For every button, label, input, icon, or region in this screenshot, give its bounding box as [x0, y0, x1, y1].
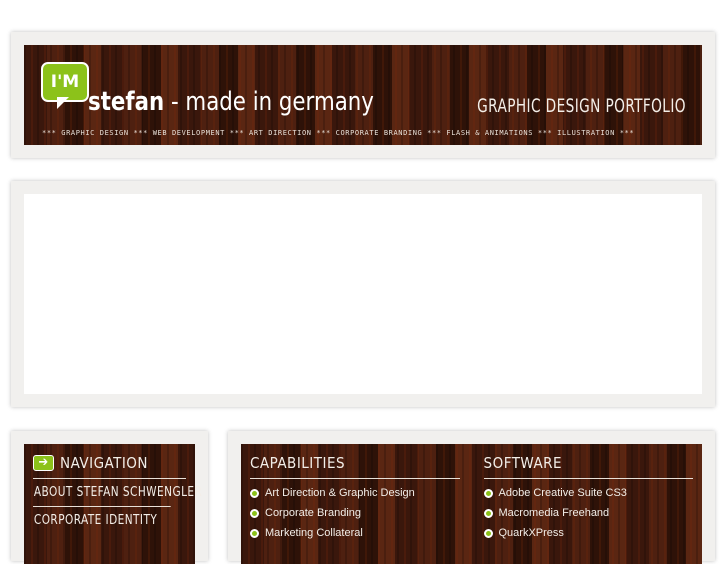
nav-item-about[interactable]: ABOUT STEFAN SCHWENGLER [33, 479, 202, 507]
list-item-label: QuarkXPress [498, 527, 564, 539]
portfolio-title: GRAPHIC DESIGN PORTFOLIO [477, 95, 686, 117]
nav-item-corporate-identity[interactable]: CORPORATE IDENTITY [33, 507, 171, 534]
navigation-title: NAVIGATION [60, 454, 149, 472]
list-item: Corporate Branding [250, 503, 460, 523]
list-item-label: Marketing Collateral [265, 527, 363, 539]
list-item-label: Adobe Creative Suite CS3 [498, 487, 627, 499]
bullet-icon [483, 528, 493, 538]
navigation-heading: ➔ NAVIGATION [33, 454, 186, 479]
software-title: SOFTWARE [483, 454, 693, 479]
content-card [11, 181, 715, 407]
bullet-icon [250, 508, 259, 518]
list-item: Adobe Creative Suite CS3 [483, 483, 694, 503]
list-item: Marketing Collateral [250, 523, 460, 543]
header-banner: I'M stefan - made in germany GRAPHIC DES… [24, 45, 702, 145]
list-item: Macromedia Freehand [483, 503, 694, 523]
tagline-text: - made in germany [170, 87, 374, 117]
bullet-icon [250, 528, 259, 538]
list-item-label: Macromedia Freehand [498, 507, 610, 519]
content-area [24, 194, 702, 394]
site-name: stefan [88, 87, 165, 117]
capabilities-panel: CAPABILITIES Art Direction & Graphic Des… [241, 444, 702, 564]
header-card: I'M stefan - made in germany GRAPHIC DES… [11, 32, 715, 158]
capabilities-title: CAPABILITIES [250, 454, 460, 479]
list-item-label: Corporate Branding [265, 507, 362, 519]
arrow-right-icon: ➔ [33, 455, 54, 471]
services-strip: *** GRAPHIC DESIGN *** WEB DEVELOPMENT *… [42, 129, 635, 137]
navigation-panel: ➔ NAVIGATION ABOUT STEFAN SCHWENGLER CORP… [24, 444, 202, 564]
list-item: QuarkXPress [483, 523, 694, 543]
site-tagline: stefan - made in germany [88, 87, 374, 117]
bullet-icon [483, 508, 493, 518]
list-item-label: Art Direction & Graphic Design [265, 487, 415, 499]
navigation-card: ➔ NAVIGATION ABOUT STEFAN SCHWENGLER CORP… [11, 431, 208, 561]
bullet-icon [250, 488, 259, 498]
capabilities-card: CAPABILITIES Art Direction & Graphic Des… [228, 431, 715, 561]
list-item: Art Direction & Graphic Design [250, 483, 460, 503]
capabilities-column: CAPABILITIES Art Direction & Graphic Des… [250, 454, 460, 554]
logo[interactable]: I'M [41, 62, 89, 109]
bullet-icon [483, 488, 493, 498]
software-column: SOFTWARE Adobe Creative Suite CS3 Macrom… [483, 454, 694, 554]
